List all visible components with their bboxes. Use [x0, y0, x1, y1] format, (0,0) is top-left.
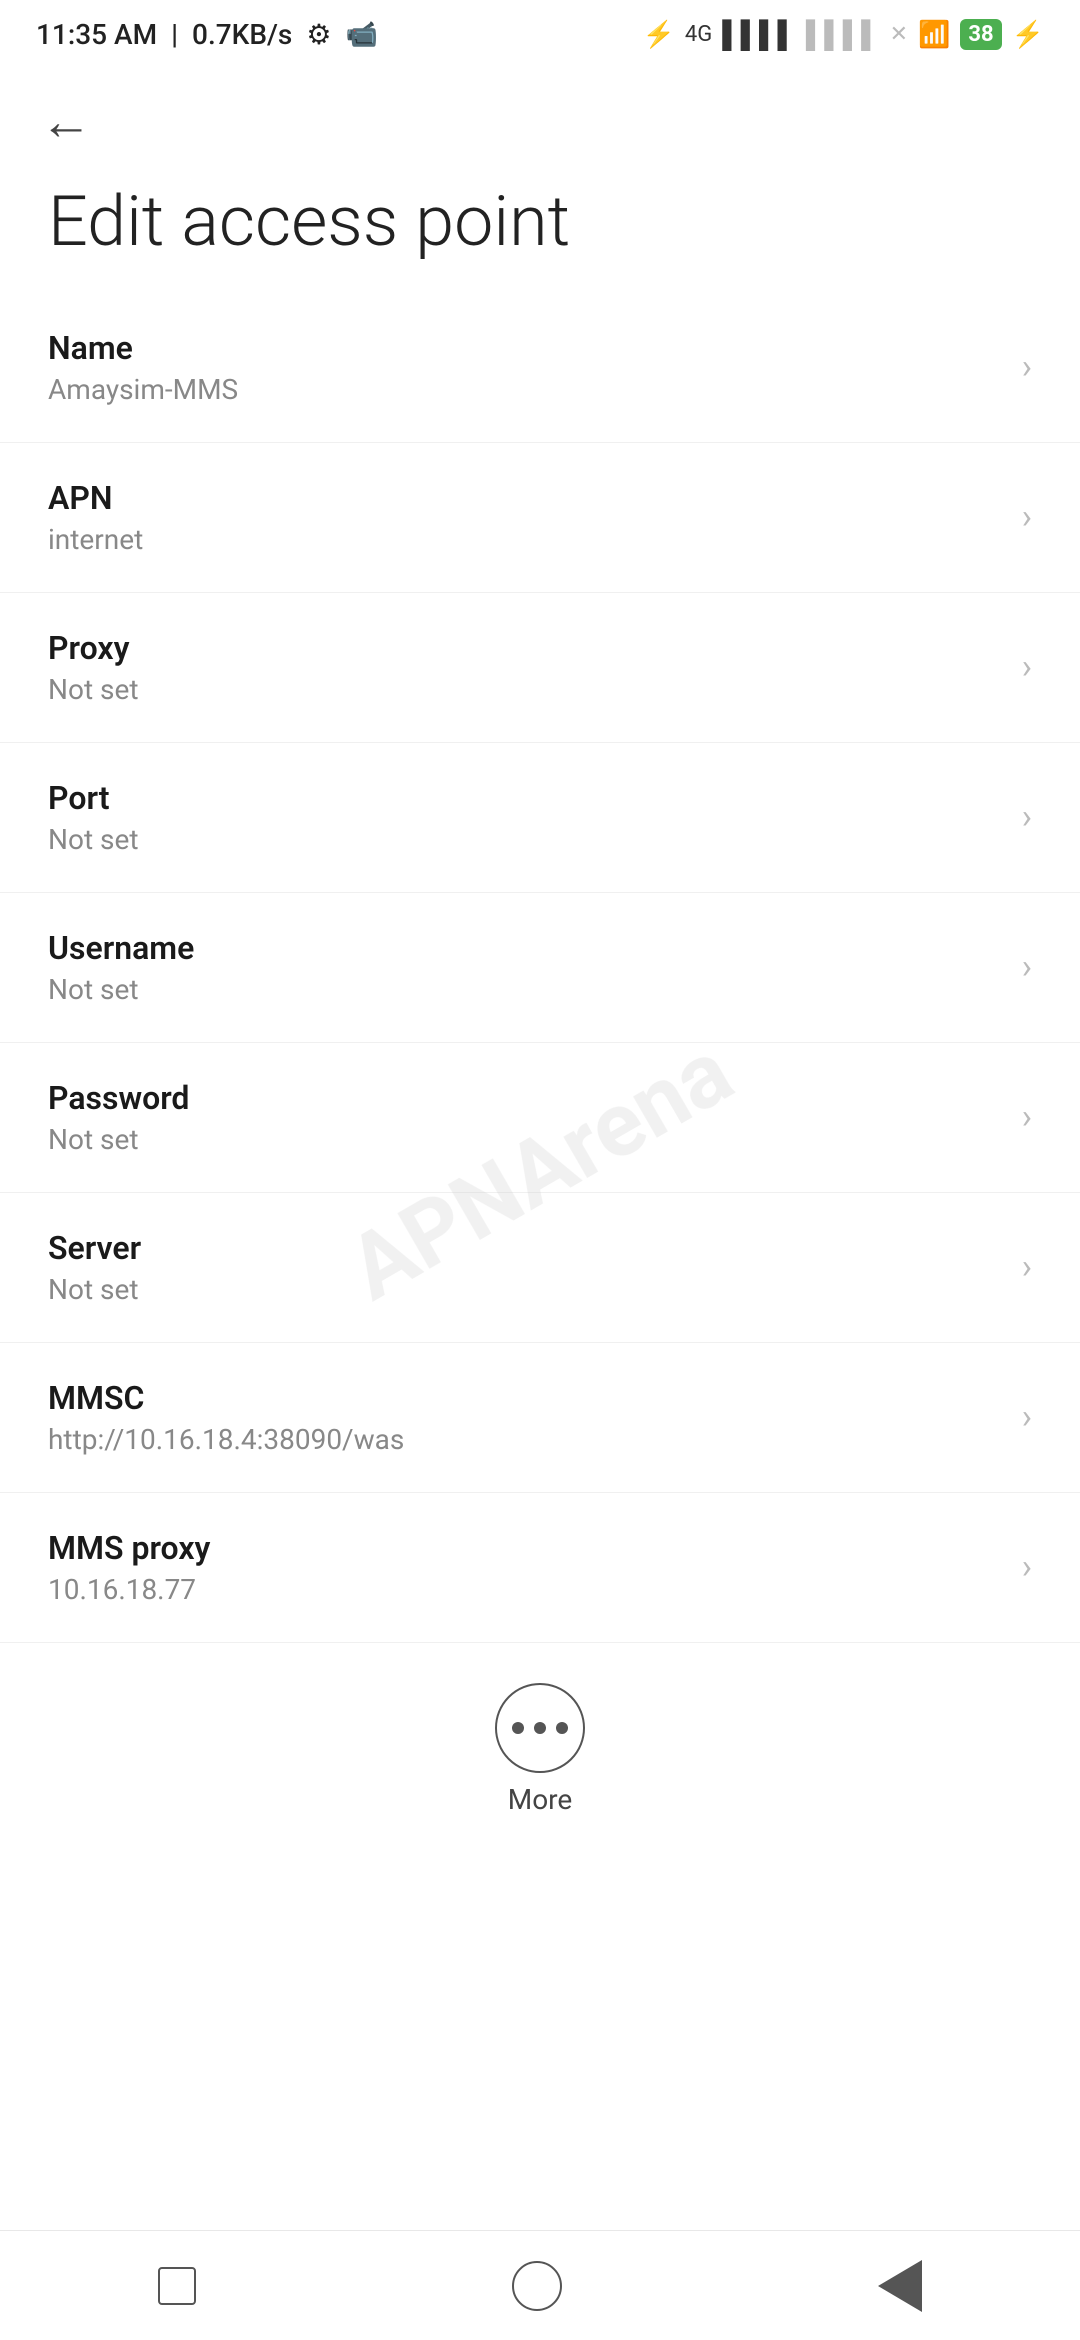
- back-nav-icon: [878, 2260, 922, 2312]
- home-icon: [512, 2261, 562, 2311]
- recents-button[interactable]: [158, 2267, 196, 2305]
- status-right: ⚡ 4G ▌▌▌▌ ▌▌▌▌ ✕ 📶 38 ⚡: [642, 19, 1044, 50]
- settings-item-server[interactable]: Server Not set ›: [0, 1193, 1080, 1343]
- item-value-mms-proxy: 10.16.18.77: [48, 1573, 1002, 1606]
- status-bar: 11:35 AM | 0.7KB/s ⚙ 📹 ⚡ 4G ▌▌▌▌ ▌▌▌▌ ✕ …: [0, 0, 1080, 61]
- back-arrow-icon: ←: [40, 91, 92, 152]
- item-label-mmsc: MMSC: [48, 1379, 1002, 1417]
- more-button[interactable]: [495, 1683, 585, 1773]
- signal-bars2-icon: ▌▌▌▌: [806, 19, 880, 50]
- more-dots-icon: [512, 1722, 568, 1734]
- chevron-icon-port: ›: [1022, 797, 1032, 837]
- settings-icon: ⚙: [306, 18, 331, 51]
- chevron-icon-apn: ›: [1022, 497, 1032, 537]
- home-button[interactable]: [512, 2261, 562, 2311]
- bottom-nav: [0, 2230, 1080, 2340]
- page-title: Edit access point: [0, 162, 1080, 293]
- bluetooth-icon: ⚡: [642, 20, 674, 50]
- chevron-icon-name: ›: [1022, 347, 1032, 387]
- back-button[interactable]: ←: [0, 61, 1080, 162]
- settings-item-name[interactable]: Name Amaysim-MMS ›: [0, 293, 1080, 443]
- settings-item-password[interactable]: Password Not set ›: [0, 1043, 1080, 1193]
- bolt-icon: ⚡: [1012, 20, 1044, 50]
- settings-list: Name Amaysim-MMS › APN internet › Proxy …: [0, 293, 1080, 1643]
- item-label-server: Server: [48, 1229, 1002, 1267]
- settings-item-port[interactable]: Port Not set ›: [0, 743, 1080, 893]
- chevron-icon-mmsc: ›: [1022, 1397, 1032, 1437]
- signal-bars-icon: ▌▌▌▌: [722, 19, 796, 50]
- time-display: 11:35 AM: [36, 18, 157, 51]
- item-label-apn: APN: [48, 479, 1002, 517]
- status-left: 11:35 AM | 0.7KB/s ⚙ 📹: [36, 18, 378, 51]
- item-label-mms-proxy: MMS proxy: [48, 1529, 1002, 1567]
- settings-item-mms-proxy[interactable]: MMS proxy 10.16.18.77 ›: [0, 1493, 1080, 1643]
- item-label-proxy: Proxy: [48, 629, 1002, 667]
- item-value-server: Not set: [48, 1273, 1002, 1306]
- wifi-icon: 📶: [918, 20, 950, 50]
- network-speed: 0.7KB/s: [192, 18, 292, 51]
- chevron-icon-password: ›: [1022, 1097, 1032, 1137]
- chevron-icon-server: ›: [1022, 1247, 1032, 1287]
- chevron-icon-proxy: ›: [1022, 647, 1032, 687]
- speed-display: |: [171, 18, 178, 51]
- more-label: More: [508, 1783, 573, 1816]
- item-label-name: Name: [48, 329, 1002, 367]
- settings-item-apn[interactable]: APN internet ›: [0, 443, 1080, 593]
- item-value-proxy: Not set: [48, 673, 1002, 706]
- video-icon: 📹: [345, 20, 377, 50]
- item-value-name: Amaysim-MMS: [48, 373, 1002, 406]
- item-label-password: Password: [48, 1079, 1002, 1117]
- item-value-password: Not set: [48, 1123, 1002, 1156]
- signal-4g-icon: 4G: [685, 22, 712, 47]
- item-value-apn: internet: [48, 523, 1002, 556]
- recents-icon: [158, 2267, 196, 2305]
- item-value-username: Not set: [48, 973, 1002, 1006]
- settings-item-mmsc[interactable]: MMSC http://10.16.18.4:38090/was ›: [0, 1343, 1080, 1493]
- item-value-mmsc: http://10.16.18.4:38090/was: [48, 1423, 1002, 1456]
- item-label-port: Port: [48, 779, 1002, 817]
- chevron-icon-username: ›: [1022, 947, 1032, 987]
- item-value-port: Not set: [48, 823, 1002, 856]
- signal-cross-icon: ✕: [890, 22, 908, 47]
- chevron-icon-mms-proxy: ›: [1022, 1547, 1032, 1587]
- item-label-username: Username: [48, 929, 1002, 967]
- more-area[interactable]: More: [0, 1643, 1080, 1846]
- battery-display: 38: [960, 19, 1001, 50]
- settings-item-username[interactable]: Username Not set ›: [0, 893, 1080, 1043]
- settings-item-proxy[interactable]: Proxy Not set ›: [0, 593, 1080, 743]
- back-nav-button[interactable]: [878, 2260, 922, 2312]
